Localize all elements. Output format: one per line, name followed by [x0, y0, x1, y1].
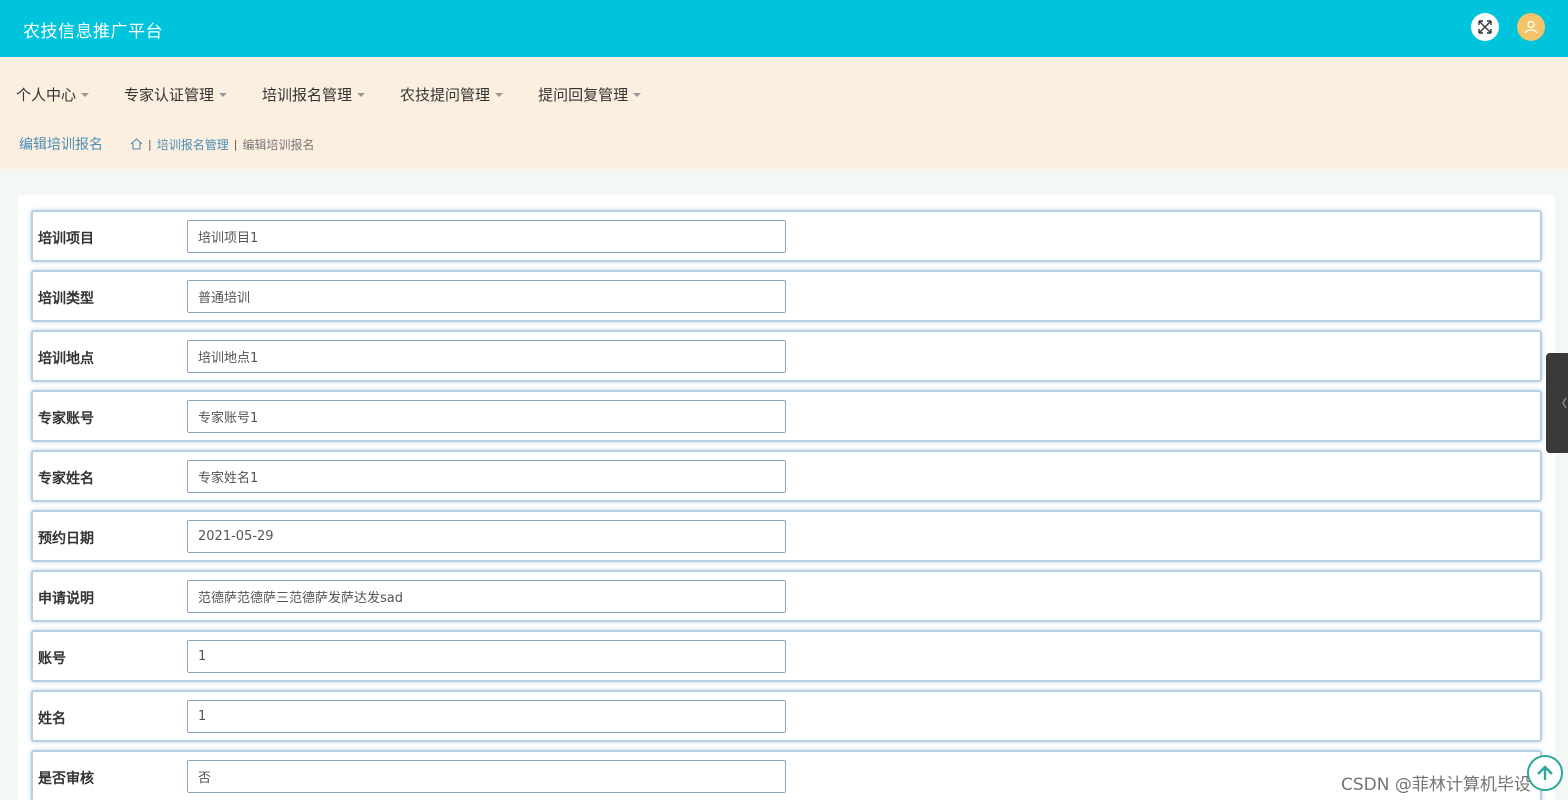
caret-down-icon	[633, 92, 642, 97]
name-input[interactable]	[187, 700, 786, 733]
review-status-input[interactable]	[187, 760, 786, 793]
account-input[interactable]	[187, 640, 786, 673]
field-label: 是否审核	[38, 771, 94, 787]
user-icon	[1524, 20, 1538, 34]
field-label: 专家姓名	[38, 471, 94, 487]
home-icon[interactable]	[130, 138, 143, 150]
training-project-input[interactable]	[187, 220, 786, 253]
application-note-input[interactable]	[187, 580, 786, 613]
form-row-appointment-date: 预约日期	[31, 510, 1542, 562]
field-label: 申请说明	[38, 591, 94, 607]
training-type-input[interactable]	[187, 280, 786, 313]
form-row-expert-name: 专家姓名	[31, 450, 1542, 502]
field-label: 培训项目	[38, 231, 94, 247]
form-row-account: 账号	[31, 630, 1542, 682]
caret-down-icon	[219, 92, 228, 97]
caret-down-icon	[495, 92, 504, 97]
breadcrumb-separator: |	[148, 137, 152, 151]
breadcrumb-current: 编辑培训报名	[242, 137, 315, 152]
back-to-top-button[interactable]	[1527, 755, 1563, 791]
training-location-input[interactable]	[187, 340, 786, 373]
side-drawer-handle[interactable]	[1546, 353, 1568, 453]
breadcrumb: | 培训报名管理 | 编辑培训报名	[130, 136, 314, 153]
form-row-review-status: 是否审核	[31, 750, 1542, 800]
menu-item-agri-questions[interactable]: 农技提问管理	[400, 84, 504, 105]
fullscreen-icon	[1478, 20, 1492, 34]
menu-item-expert-certification[interactable]: 专家认证管理	[124, 84, 228, 105]
top-bar: 农技信息推广平台	[0, 0, 1568, 57]
field-label: 姓名	[38, 711, 66, 727]
app-title: 农技信息推广平台	[23, 22, 163, 42]
expert-name-input[interactable]	[187, 460, 786, 493]
arrow-up-icon	[1537, 765, 1553, 780]
form-row-training-project: 培训项目	[31, 210, 1542, 262]
field-label: 专家账号	[38, 411, 94, 427]
user-avatar-button[interactable]	[1517, 13, 1545, 41]
caret-down-icon	[81, 92, 90, 97]
menu-item-personal-center[interactable]: 个人中心	[16, 84, 90, 105]
page-header: 编辑培训报名 | 培训报名管理 | 编辑培训报名	[19, 134, 314, 154]
expert-account-input[interactable]	[187, 400, 786, 433]
form-panel: 培训项目 培训类型 培训地点 专家账号 专家姓名 预约日期 申请说明 账号 姓名…	[18, 195, 1555, 800]
menu-item-training-registration[interactable]: 培训报名管理	[262, 84, 366, 105]
main-menu: 个人中心 专家认证管理 培训报名管理 农技提问管理 提问回复管理	[16, 84, 676, 105]
breadcrumb-link-training-registration[interactable]: 培训报名管理	[157, 136, 229, 153]
menu-item-question-replies[interactable]: 提问回复管理	[538, 84, 642, 105]
appointment-date-input[interactable]	[187, 520, 786, 553]
form-row-application-note: 申请说明	[31, 570, 1542, 622]
form-row-training-type: 培训类型	[31, 270, 1542, 322]
breadcrumb-separator: |	[233, 137, 238, 151]
watermark: CSDN @菲林计算机毕设	[1341, 775, 1531, 795]
fullscreen-button[interactable]	[1471, 13, 1499, 41]
form-row-expert-account: 专家账号	[31, 390, 1542, 442]
field-label: 培训地点	[38, 351, 94, 367]
caret-down-icon	[357, 92, 366, 97]
nav-bar: 个人中心 专家认证管理 培训报名管理 农技提问管理 提问回复管理 编辑培训报名 …	[0, 57, 1568, 169]
field-label: 预约日期	[38, 531, 94, 547]
field-label: 账号	[38, 651, 66, 667]
page-title: 编辑培训报名	[19, 137, 103, 153]
chevron-left-icon	[1562, 397, 1567, 409]
form-row-name: 姓名	[31, 690, 1542, 742]
field-label: 培训类型	[38, 291, 94, 307]
form-row-training-location: 培训地点	[31, 330, 1542, 382]
